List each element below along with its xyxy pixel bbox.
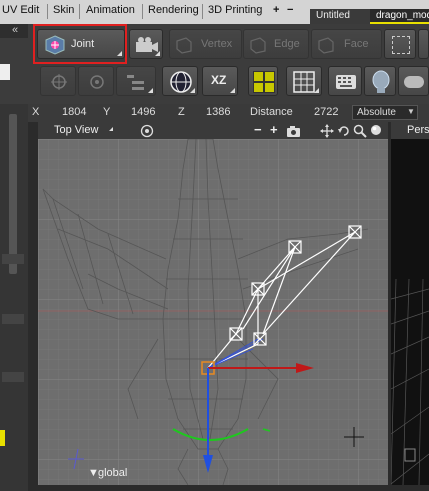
left-panel-slot <box>2 314 24 324</box>
top-view-viewport[interactable]: ▼ global <box>38 139 388 485</box>
pill-button[interactable] <box>398 66 429 96</box>
perspective-header: Pers <box>391 122 429 139</box>
corner-arrow-icon <box>314 88 319 93</box>
add-tab-button[interactable]: + <box>273 4 279 16</box>
shading-sphere-icon[interactable] <box>370 124 384 138</box>
x-label: X <box>32 106 40 118</box>
perspective-view-name[interactable]: Pers <box>407 124 429 136</box>
edge-cube-icon <box>250 37 266 54</box>
marquee-icon <box>392 36 410 54</box>
left-panel-indicator <box>0 430 5 446</box>
coordinate-bar: X 1804 Y 1496 Z 1386 Distance 2722 Absol… <box>28 104 429 122</box>
dropdown-arrow-icon: ▼ <box>407 107 415 116</box>
target-icon[interactable] <box>140 124 154 138</box>
hierarchy-icon <box>127 75 144 90</box>
tab-untitled[interactable]: Untitled <box>310 9 370 24</box>
vertex-mode-button[interactable]: Vertex <box>169 29 242 59</box>
remove-tab-button[interactable]: − <box>287 4 293 16</box>
select-rect-button[interactable] <box>384 29 416 59</box>
left-scrollbar[interactable] <box>9 114 17 274</box>
menu-separator <box>202 4 203 19</box>
menu-separator <box>79 4 80 19</box>
major-grid <box>38 139 388 485</box>
view-dropdown-icon[interactable] <box>109 127 113 131</box>
snapshot-camera-icon[interactable] <box>286 125 302 137</box>
left-panel-slot <box>2 372 24 382</box>
vertex-label: Vertex <box>201 38 233 50</box>
corner-arrow-icon <box>190 88 195 93</box>
globe-button[interactable] <box>162 66 198 96</box>
keyboard-button[interactable] <box>328 66 362 96</box>
face-label: Face <box>344 38 369 50</box>
corner-arrow-icon <box>148 88 153 93</box>
overflow-button[interactable] <box>418 29 429 59</box>
magnifier-icon[interactable] <box>353 124 367 138</box>
rotate-view-icon[interactable] <box>337 124 351 138</box>
z-value[interactable]: 1386 <box>206 106 230 118</box>
coordinate-mode-value: Absolute <box>357 107 396 118</box>
menu-3d-printing[interactable]: 3D Printing <box>208 4 262 16</box>
grid-button[interactable] <box>286 66 322 96</box>
menu-uv-edit[interactable]: UV Edit <box>2 4 39 16</box>
z-label: Z <box>178 106 185 118</box>
grid-snap-button[interactable] <box>248 66 278 96</box>
tab-label: Untitled <box>316 10 350 21</box>
target-button-1[interactable] <box>40 66 76 96</box>
view-name[interactable]: Top View <box>54 124 98 136</box>
plane-xz-button[interactable]: XZ <box>202 66 238 96</box>
tab-label: dragon_mode <box>376 10 429 21</box>
toolbar: « Joint Vertex Edge Face XZ <box>0 24 429 104</box>
zoom-out-icon[interactable]: − <box>254 122 262 137</box>
distance-label: Distance <box>250 106 293 118</box>
menu-bar: UV Edit Skin Animation Rendering 3D Prin… <box>0 0 429 25</box>
perspective-canvas <box>391 139 429 485</box>
crosshair-circle-icon <box>90 75 104 89</box>
left-panel <box>0 104 28 491</box>
tab-dragon-model[interactable]: dragon_mode <box>370 9 429 24</box>
head-model-button[interactable] <box>364 66 396 96</box>
y-value[interactable]: 1496 <box>131 106 155 118</box>
hierarchy-button[interactable] <box>116 66 156 96</box>
viewport-header: Top View − + <box>38 122 388 139</box>
keyboard-icon <box>336 75 356 89</box>
white-marker-icon <box>0 64 10 80</box>
joint-highlight-box <box>33 24 127 64</box>
vertex-cube-icon <box>176 37 192 54</box>
coordinate-mode-select[interactable]: Absolute ▼ <box>352 105 418 120</box>
perspective-viewport[interactable]: Pers <box>391 122 429 485</box>
menu-separator <box>47 4 48 19</box>
corner-arrow-icon <box>230 88 235 93</box>
face-mode-button[interactable]: Face <box>311 29 382 59</box>
x-value[interactable]: 1804 <box>62 106 86 118</box>
edge-mode-button[interactable]: Edge <box>243 29 309 59</box>
yellow-grid-icon <box>253 71 275 93</box>
grid-icon <box>293 71 315 93</box>
menu-animation[interactable]: Animation <box>86 4 135 16</box>
camera-button[interactable] <box>129 29 163 59</box>
double-chevron-left-icon[interactable]: « <box>12 24 18 36</box>
left-panel-slot <box>2 254 24 264</box>
edge-label: Edge <box>274 38 300 50</box>
menu-separator <box>142 4 143 19</box>
menu-skin[interactable]: Skin <box>53 4 74 16</box>
xz-label: XZ <box>211 73 227 87</box>
face-cube-icon <box>318 37 334 54</box>
crosshair-circle-icon <box>51 74 67 90</box>
panel-collapse-strip: « <box>0 24 28 38</box>
viewport-canvas <box>38 139 388 485</box>
menu-rendering[interactable]: Rendering <box>148 4 199 16</box>
pill-icon <box>404 76 424 88</box>
global-label[interactable]: global <box>98 467 127 479</box>
corner-arrow-icon <box>155 51 160 56</box>
y-label: Y <box>103 106 111 118</box>
zoom-in-icon[interactable]: + <box>270 122 278 137</box>
target-button-2[interactable] <box>78 66 114 96</box>
move-view-icon[interactable] <box>320 124 334 138</box>
distance-value[interactable]: 2722 <box>314 106 338 118</box>
head-icon <box>372 70 390 93</box>
